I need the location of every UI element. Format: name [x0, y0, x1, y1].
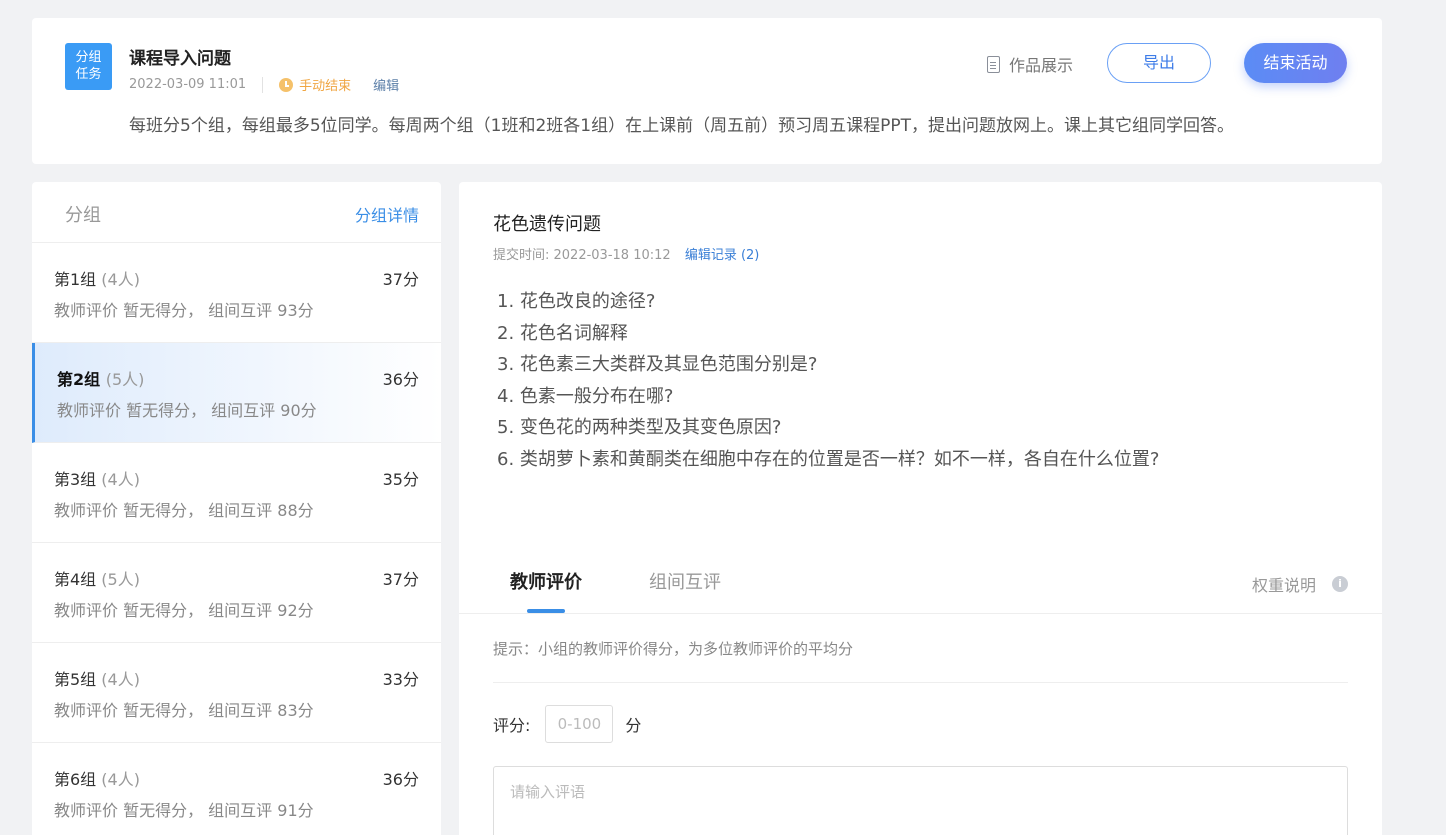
task-description: 每班分5个组，每组最多5位同学。每周两个组（1班和2班各1组）在上课前（周五前）… [129, 116, 1234, 136]
score-row: 评分: 分 [493, 705, 641, 743]
group-score: 33分 [382, 670, 419, 689]
group-name: 第1组 (4人) [54, 266, 140, 290]
submit-time: 提交时间: 2022-03-18 10:12 [493, 248, 671, 263]
evaluation-tabs: 教师评价 组间互评 权重说明 i [459, 552, 1382, 614]
task-title: 课程导入问题 [129, 49, 231, 69]
submission-title: 花色遗传问题 [493, 214, 601, 235]
group-item-4[interactable]: 第4组 (5人) 37分 教师评价 暂无得分， 组间互评 92分 [32, 543, 441, 643]
group-eval-summary: 教师评价 暂无得分， 组间互评 83分 [54, 701, 314, 720]
question-item: 1. 花色改良的途径? [497, 291, 656, 312]
group-name: 第2组 (5人) [57, 366, 144, 390]
group-item-6[interactable]: 第6组 (4人) 36分 教师评价 暂无得分， 组间互评 91分 [32, 743, 441, 835]
group-score: 37分 [382, 570, 419, 589]
works-showcase-button[interactable]: 作品展示 [987, 52, 1073, 76]
hint-divider [493, 682, 1348, 683]
score-label: 评分: [493, 716, 531, 735]
info-icon: i [1332, 576, 1348, 592]
group-name: 第3组 (4人) [54, 466, 140, 490]
group-member-count: (4人) [101, 670, 140, 689]
group-name-text: 第4组 [54, 570, 97, 589]
group-member-count: (5人) [105, 370, 145, 389]
group-name-text: 第3组 [54, 470, 97, 489]
group-eval-summary: 教师评价 暂无得分， 组间互评 88分 [54, 501, 314, 520]
group-score: 35分 [382, 470, 419, 489]
weight-explanation-label: 权重说明 [1251, 576, 1316, 595]
badge-line-1: 分组 [75, 50, 102, 65]
question-list: 1. 花色改良的途径? 2. 花色名词解释 3. 花色素三大类群及其显色范围分别… [497, 286, 1159, 475]
group-member-count: (4人) [101, 270, 140, 289]
question-item: 6. 类胡萝卜素和黄酮类在细胞中存在的位置是否一样？如不一样，各自在什么位置? [497, 448, 1160, 470]
group-eval-summary: 教师评价 暂无得分， 组间互评 90分 [57, 401, 317, 420]
tab-peer-evaluation[interactable]: 组间互评 [649, 568, 721, 594]
group-item-1[interactable]: 第1组 (4人) 37分 教师评价 暂无得分， 组间互评 93分 [32, 243, 441, 343]
works-showcase-label: 作品展示 [1009, 56, 1074, 75]
group-detail-link[interactable]: 分组详情 [355, 202, 419, 226]
task-meta-row: 2022-03-09 11:01 手动结束 编辑 [129, 75, 399, 94]
edit-history-link[interactable]: 编辑记录 (2) [685, 248, 760, 263]
group-score: 36分 [382, 370, 419, 389]
group-name: 第4组 (5人) [54, 566, 140, 590]
score-unit: 分 [625, 716, 642, 735]
meta-divider [262, 76, 264, 93]
group-member-count: (4人) [101, 470, 140, 489]
group-panel-title: 分组 [65, 205, 101, 226]
task-date: 2022-03-09 11:01 [129, 77, 247, 92]
group-score: 37分 [382, 270, 419, 289]
clock-icon [279, 77, 294, 92]
task-type-badge: 分组 任务 [65, 43, 112, 90]
document-icon [987, 55, 1000, 73]
group-score: 36分 [382, 770, 419, 789]
group-name-text: 第5组 [54, 670, 97, 689]
group-eval-summary: 教师评价 暂无得分， 组间互评 92分 [54, 601, 314, 620]
active-tab-indicator [527, 609, 565, 613]
group-item-2[interactable]: 第2组 (5人) 36分 教师评价 暂无得分， 组间互评 90分 [32, 343, 441, 443]
group-name: 第5组 (4人) [54, 666, 140, 690]
group-item-3[interactable]: 第3组 (4人) 35分 教师评价 暂无得分， 组间互评 88分 [32, 443, 441, 543]
badge-line-2: 任务 [75, 67, 102, 82]
question-item: 5. 变色花的两种类型及其变色原因? [497, 417, 782, 438]
submission-detail-panel: 花色遗传问题 提交时间: 2022-03-18 10:12 编辑记录 (2) 1… [459, 182, 1382, 835]
comment-textarea[interactable] [493, 766, 1348, 835]
end-mode-label: 手动结束 [299, 79, 352, 94]
group-member-count: (4人) [101, 770, 140, 789]
group-list-panel: 分组 分组详情 第1组 (4人) 37分 教师评价 暂无得分， 组间互评 93分… [32, 182, 441, 835]
group-name-text: 第1组 [54, 270, 97, 289]
weight-explanation-button[interactable]: 权重说明 i [1252, 572, 1348, 596]
group-name-text: 第6组 [54, 770, 97, 789]
group-panel-header: 分组 分组详情 [32, 182, 441, 243]
group-item-5[interactable]: 第5组 (4人) 33分 教师评价 暂无得分， 组间互评 83分 [32, 643, 441, 743]
group-member-count: (5人) [101, 570, 140, 589]
group-name: 第6组 (4人) [54, 766, 140, 790]
group-eval-summary: 教师评价 暂无得分， 组间互评 93分 [54, 301, 314, 320]
group-eval-summary: 教师评价 暂无得分， 组间互评 91分 [54, 801, 314, 820]
question-item: 3. 花色素三大类群及其显色范围分别是? [497, 354, 818, 375]
edit-task-link[interactable]: 编辑 [373, 75, 399, 94]
score-input[interactable] [545, 705, 614, 743]
export-button[interactable]: 导出 [1107, 43, 1211, 83]
group-name-text: 第2组 [57, 370, 101, 389]
submission-meta: 提交时间: 2022-03-18 10:12 编辑记录 (2) [493, 244, 759, 263]
question-item: 2. 花色名词解释 [497, 322, 628, 344]
question-item: 4. 色素一般分布在哪? [497, 385, 674, 407]
task-header-card: 分组 任务 课程导入问题 2022-03-09 11:01 手动结束 编辑 每班… [32, 18, 1382, 164]
evaluation-hint: 提示：小组的教师评价得分，为多位教师评价的平均分 [493, 640, 854, 658]
tab-teacher-evaluation[interactable]: 教师评价 [510, 568, 582, 594]
end-activity-button[interactable]: 结束活动 [1244, 43, 1347, 83]
